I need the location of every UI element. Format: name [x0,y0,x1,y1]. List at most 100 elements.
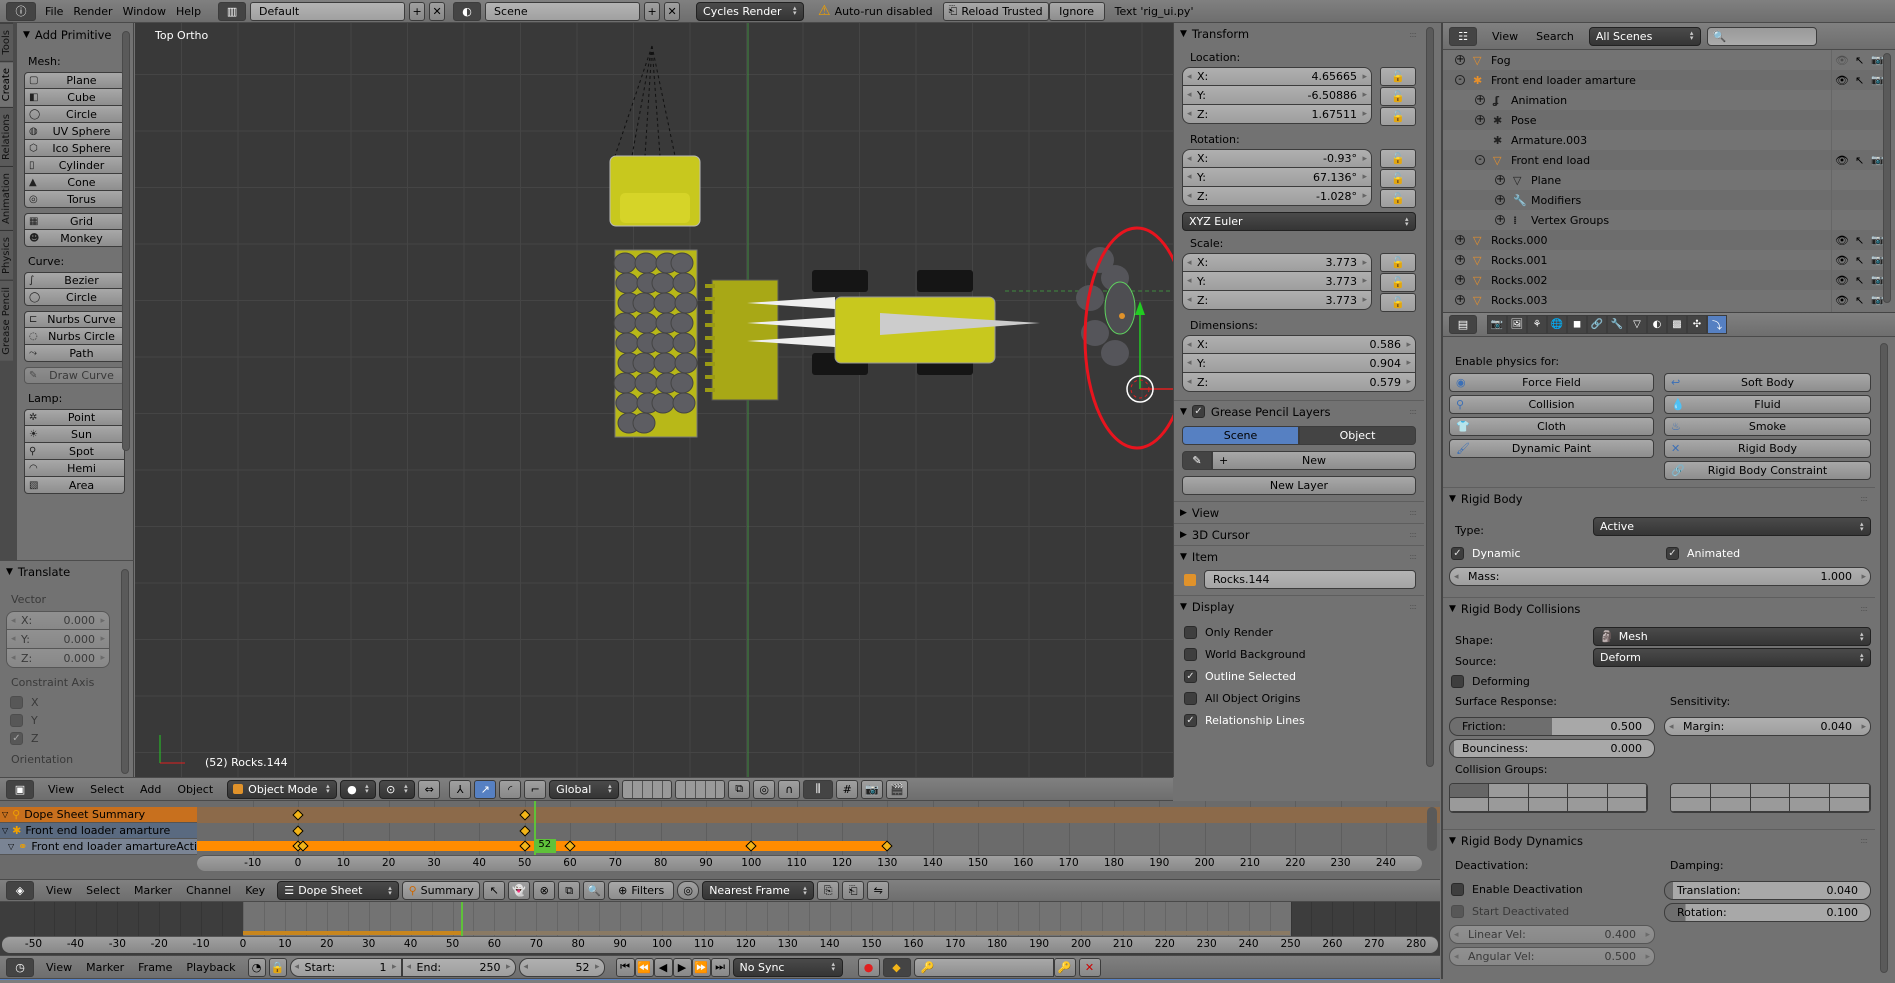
angular-velocity-field[interactable]: Angular Vel: 0.500 [1449,947,1655,966]
copy-keys-icon[interactable]: ⧉ [558,881,581,900]
tab-grease-pencil[interactable]: Grease Pencil [0,279,13,361]
collision-group-toggle[interactable] [1750,784,1791,798]
selectability-cursor-icon[interactable]: ↖ [1855,54,1864,67]
menu-select[interactable]: Select [85,783,129,796]
play-icon[interactable]: ▶ [672,957,692,977]
layers-group-2[interactable] [675,779,726,799]
location-z-field[interactable]: Z: 1.67511 [1182,105,1372,124]
menu-playback[interactable]: Playback [181,961,240,974]
outliner-item-name[interactable]: Rocks.002 [1491,274,1548,287]
translation-damping-slider[interactable]: Translation: 0.040 [1664,881,1871,900]
expand-icon[interactable]: + [1455,55,1465,65]
dope-sheet-scrollbar[interactable] [1427,807,1437,851]
rotation-lock-z[interactable]: 🔓 [1380,189,1416,208]
menu-marker[interactable]: Marker [81,961,129,974]
collision-group-toggle[interactable] [1489,784,1529,798]
scale-manipulator-icon[interactable]: ⌐ [524,779,547,799]
collision-shape-dropdown[interactable]: 🗿 Mesh [1593,627,1871,646]
constraint-y[interactable]: Y [10,711,110,729]
add-cylinder-button[interactable]: ▯ Cylinder [24,157,125,174]
collapse-icon[interactable]: - [1455,75,1465,85]
reload-trusted-button[interactable]: ⎗ Reload Trusted [942,1,1049,21]
outliner-item-name[interactable]: Rocks.003 [1491,294,1548,307]
collision-group-toggle[interactable] [1671,784,1711,798]
add-circle-button[interactable]: ◯ Circle [24,106,125,123]
rotation-y-field[interactable]: Y: 67.136° [1182,168,1372,187]
channel-front-end-loader-amarture[interactable]: ▽ ✱ Front end loader amarture [0,823,197,839]
checkbox[interactable] [1184,691,1197,705]
outliner-row-vertex-groups[interactable]: + ⁞ Vertex Groups [1443,210,1895,230]
rotation-mode-dropdown[interactable]: XYZ Euler [1182,212,1416,231]
deforming-checkbox[interactable]: Deforming [1451,672,1530,690]
paste-flipped-icon[interactable]: ⇋ [867,881,890,900]
vector-y-field[interactable]: Y: 0.000 [6,630,110,649]
add-cone-button[interactable]: ▲ Cone [24,174,125,191]
add-layout-icon[interactable]: + [409,1,426,21]
scale-lock-y[interactable]: 🔓 [1380,273,1416,292]
add-primitive-header[interactable]: ▼ Add Primitive [17,23,133,47]
timeline[interactable]: -50 -40 -30 -20 -10 0 10 20 30 40 50 60 70 80 90 100 110… [0,902,1440,955]
render-engine-dropdown[interactable]: Cycles Render [696,1,805,21]
snap-element-icon[interactable]: ⫼ [803,779,834,799]
rotation-x-field[interactable]: X: -0.93° [1182,149,1372,168]
search-icon[interactable]: 🔍 [583,881,606,900]
add-point-button[interactable]: ✲ Point [24,409,125,426]
location-lock-x[interactable]: 🔓 [1380,67,1416,86]
collision-group-toggle[interactable] [1790,798,1831,812]
transform-header[interactable]: ▼ Transform:::: [1174,23,1424,45]
view-header[interactable]: ▶ View:::: [1174,501,1424,523]
outliner-scrollbar[interactable] [1883,53,1891,303]
add-draw-curve-button[interactable]: ✎ Draw Curve [24,367,125,384]
selectability-cursor-icon[interactable]: ↖ [1855,154,1864,167]
manipulator-toggle-icon[interactable]: ⇔ [418,779,441,799]
properties-scrollbar[interactable] [1880,343,1888,973]
snap-icon[interactable]: ∩ [778,779,801,799]
menu-view[interactable]: View [41,884,77,897]
dimension-z-field[interactable]: Z: 0.579 [1182,373,1416,392]
properties-shelf-scrollbar[interactable] [1426,27,1434,767]
rigid-body-button[interactable]: ✕ Rigid Body [1664,439,1871,458]
checkbox[interactable] [10,695,23,709]
dynamic-paint-button[interactable]: 🖌 Dynamic Paint [1449,439,1654,458]
collision-group-toggle[interactable] [1671,798,1711,812]
jump-end-icon[interactable]: ⏭ [710,957,730,977]
rotation-damping-slider[interactable]: Rotation: 0.100 [1664,903,1871,922]
display-header[interactable]: ▼ Display:::: [1174,595,1424,617]
screen-layout-icon[interactable]: ▥ [218,1,247,21]
outliner-item-name[interactable]: Fog [1491,54,1511,67]
item-header[interactable]: ▼ Item:::: [1174,545,1424,567]
render-camera-icon[interactable]: 📷 [1871,235,1883,246]
soft-body-button[interactable]: ↩ Soft Body [1664,373,1871,392]
dope-sheet-keys[interactable]: -10 0 10 20 30 40 50 60 70 80 90 100 110 120 130 140 150… [197,801,1440,879]
object-name-field[interactable]: Rocks.144 [1204,570,1416,589]
tab-create[interactable]: Create [0,60,13,107]
properties-tab-physics-icon[interactable]: ⤵ [1707,315,1727,334]
rotate-manipulator-icon[interactable]: ◜ [499,779,522,799]
lock-range-icon[interactable]: 🔒 [268,957,287,977]
menu-key[interactable]: Key [240,884,270,897]
friction-slider[interactable]: Friction: 0.500 [1449,717,1655,736]
constraint-z[interactable]: ✓ Z [10,729,110,747]
paste-icon[interactable]: ⎗ [842,881,865,900]
transform-orientation-dropdown[interactable]: Global [549,779,620,799]
keying-set-field[interactable]: 🔑 [913,957,1054,977]
gp-scene-tab[interactable]: Scene [1182,426,1299,445]
outliner-item-name[interactable]: Animation [1511,94,1567,107]
editor-type-dopesheet-icon[interactable]: ◈ [6,881,34,900]
jump-keyframe-back-icon[interactable]: ⏪ [634,957,654,977]
collision-group-toggle[interactable] [1568,784,1608,798]
rigid-body-collisions-header[interactable]: ▼ Rigid Body Collisions:::: [1443,597,1875,619]
visibility-eye-icon[interactable]: 👁 [1835,54,1849,67]
add-cube-button[interactable]: ◧ Cube [24,89,125,106]
add-sun-button[interactable]: ☀ Sun [24,426,125,443]
gp-new-button[interactable]: + New [1212,451,1416,470]
layers-group-1[interactable] [622,779,673,799]
start-frame-field[interactable]: Start: 1 [289,957,402,977]
layout-field[interactable]: Default [250,1,406,21]
expand-icon[interactable]: + [1495,215,1505,225]
dope-sheet-mode-dropdown[interactable]: ☰ Dope Sheet [277,881,400,900]
enable-deactivation-checkbox[interactable]: Enable Deactivation [1451,880,1583,898]
menu-object[interactable]: Object [172,783,218,796]
properties-tab-scene-icon[interactable]: ⚘ [1527,315,1547,334]
display-outline-selected[interactable]: ✓ Outline Selected [1184,667,1414,685]
